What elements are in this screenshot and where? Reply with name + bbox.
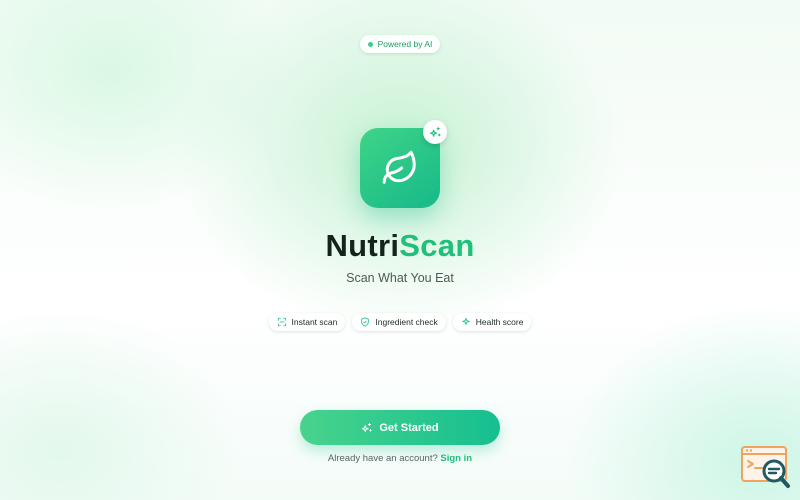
status-dot-icon xyxy=(367,41,373,47)
get-started-button[interactable]: Get Started xyxy=(300,410,500,445)
ai-sparkle-badge xyxy=(423,120,447,144)
sign-in-link[interactable]: Sign in xyxy=(440,453,472,464)
app-title-part2: Scan xyxy=(399,228,475,263)
feature-label: Instant scan xyxy=(291,317,338,327)
feature-chips: Instant scan Ingredient check Health sco… xyxy=(0,313,800,331)
signin-prompt: Already have an account? xyxy=(327,453,438,464)
sparkle-icon xyxy=(462,317,470,325)
feature-chip-ingredient-check: Ingredient check xyxy=(352,313,446,331)
feature-chip-health-score: Health score xyxy=(452,313,532,331)
get-started-label: Get Started xyxy=(379,421,439,434)
leaf-icon xyxy=(382,150,416,184)
scan-icon xyxy=(277,317,286,327)
app-title-part1: Nutri xyxy=(325,228,400,263)
shield-check-icon xyxy=(361,317,370,327)
corner-logo-icon xyxy=(741,446,790,488)
powered-by-ai-badge: Powered by AI xyxy=(360,35,440,53)
sparkle-icon xyxy=(362,422,373,432)
app-title: NutriScan xyxy=(0,228,800,264)
signin-row: Already have an account? Sign in xyxy=(0,453,800,464)
feature-chip-instant-scan: Instant scan xyxy=(268,313,346,331)
feature-label: Health score xyxy=(475,317,524,327)
feature-label: Ingredient check xyxy=(375,317,438,327)
tagline: Scan What You Eat xyxy=(346,271,454,285)
badge-label: Powered by AI xyxy=(377,39,433,49)
sparkle-icon xyxy=(429,126,441,137)
